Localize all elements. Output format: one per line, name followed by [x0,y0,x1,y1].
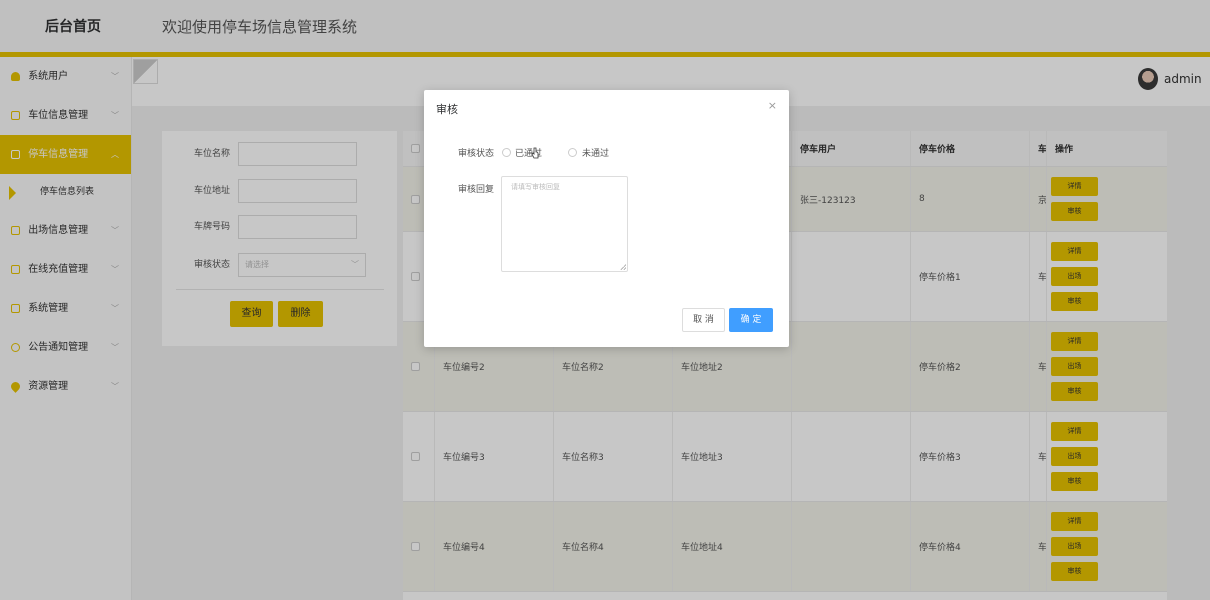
dialog-title: 审核 [436,103,458,116]
hand-cursor-icon [531,147,539,159]
reply-textarea[interactable]: 请填写审核回复 [501,176,628,272]
radio-fail[interactable] [568,148,577,157]
textarea-placeholder: 请填写审核回复 [511,183,560,191]
close-icon[interactable]: × [768,99,777,112]
confirm-button[interactable]: 确 定 [729,308,773,332]
status-label: 审核状态 [458,149,495,159]
cancel-button[interactable]: 取 消 [682,308,725,332]
resize-handle-icon[interactable] [620,264,626,270]
review-dialog: 审核 × 审核状态 已通过 未通过 审核回复 请填写审核回复 取 消 确 定 [424,90,789,347]
reply-label: 审核回复 [458,185,495,195]
radio-pass[interactable] [502,148,511,157]
radio-fail-label[interactable]: 未通过 [582,146,609,159]
